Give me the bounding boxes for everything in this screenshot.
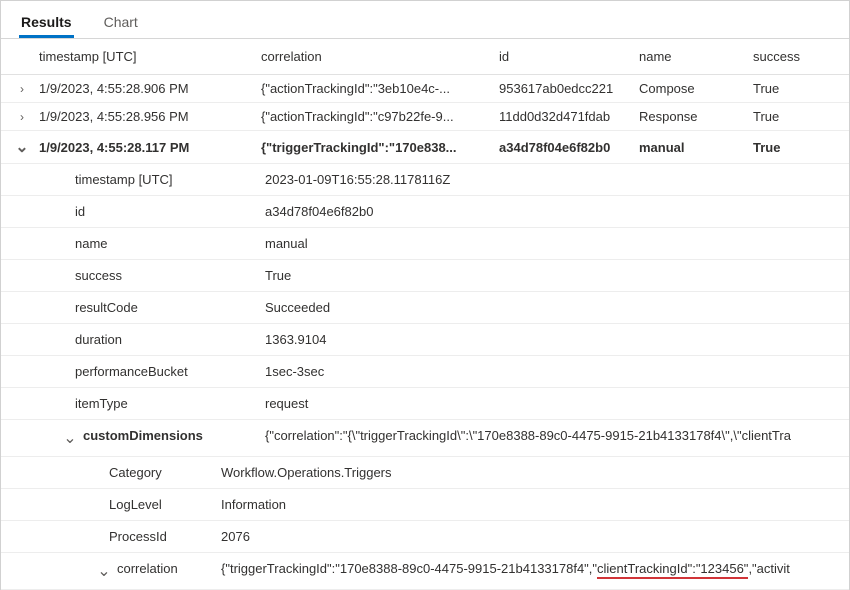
cell-timestamp: 1/9/2023, 4:55:28.956 PM [35,109,261,124]
detail-row: performanceBucket 1sec-3sec [1,356,849,388]
cell-correlation: {"triggerTrackingId":"170e838... [261,140,499,155]
chevron-right-icon[interactable]: › [9,82,35,96]
cell-id: 953617ab0edcc221 [499,81,639,96]
correlation-highlight: clientTrackingId":"123456" [597,561,748,579]
cell-success: True [753,140,849,155]
detail-key: itemType [75,396,265,411]
correlation-prefix: {"triggerTrackingId":"170e8388-89c0-4475… [221,561,597,576]
chevron-right-icon[interactable]: › [9,110,35,124]
col-timestamp[interactable]: timestamp [UTC] [35,49,261,64]
detail-row-correlation[interactable]: ⌄ correlation {"triggerTrackingId":"170e… [1,553,849,590]
col-correlation[interactable]: correlation [261,49,499,64]
detail-key: LogLevel [109,497,221,512]
detail-value: 2023-01-09T16:55:28.1178116Z [265,172,849,187]
cell-correlation: {"actionTrackingId":"3eb10e4c-... [261,81,499,96]
detail-row: success True [1,260,849,292]
cell-id: a34d78f04e6f82b0 [499,140,639,155]
detail-value: Succeeded [265,300,849,315]
detail-value: Information [221,497,849,512]
column-headers: timestamp [UTC] correlation id name succ… [1,39,849,75]
detail-value: 1363.9104 [265,332,849,347]
tab-bar: Results Chart [1,1,849,39]
detail-value: request [265,396,849,411]
detail-key: success [75,268,265,283]
detail-key: performanceBucket [75,364,265,379]
cell-success: True [753,81,849,96]
col-success[interactable]: success [753,49,849,64]
detail-row: resultCode Succeeded [1,292,849,324]
detail-key: correlation [117,561,221,581]
detail-row: id a34d78f04e6f82b0 [1,196,849,228]
cell-name: Response [639,109,753,124]
col-name[interactable]: name [639,49,753,64]
detail-key: customDimensions [83,428,265,448]
detail-row: timestamp [UTC] 2023-01-09T16:55:28.1178… [1,164,849,196]
detail-key: resultCode [75,300,265,315]
detail-row-customdimensions[interactable]: ⌄ customDimensions {"correlation":"{\"tr… [1,420,849,457]
cell-id: 11dd0d32d471fdab [499,109,639,124]
cell-timestamp: 1/9/2023, 4:55:28.906 PM [35,81,261,96]
detail-value: True [265,268,849,283]
table-row[interactable]: › 1/9/2023, 4:55:28.906 PM {"actionTrack… [1,75,849,103]
cell-timestamp: 1/9/2023, 4:55:28.117 PM [35,140,261,155]
detail-key: ProcessId [109,529,221,544]
correlation-suffix: ,"activit [748,561,789,576]
detail-key: id [75,204,265,219]
chevron-down-icon[interactable]: ⌄ [91,561,117,581]
detail-row: name manual [1,228,849,260]
detail-key: name [75,236,265,251]
chevron-down-icon[interactable]: ⌄ [9,137,35,157]
col-id[interactable]: id [499,49,639,64]
detail-key: timestamp [UTC] [75,172,265,187]
tab-chart[interactable]: Chart [102,14,140,38]
detail-value: a34d78f04e6f82b0 [265,204,849,219]
detail-row: ProcessId 2076 [1,521,849,553]
detail-value: {"triggerTrackingId":"170e8388-89c0-4475… [221,561,849,581]
detail-key: Category [109,465,221,480]
detail-row: itemType request [1,388,849,420]
detail-value: Workflow.Operations.Triggers [221,465,849,480]
cell-name: manual [639,140,753,155]
cell-success: True [753,109,849,124]
chevron-down-icon[interactable]: ⌄ [57,428,83,448]
detail-value: 1sec-3sec [265,364,849,379]
detail-value: manual [265,236,849,251]
tab-results[interactable]: Results [19,14,74,38]
cell-name: Compose [639,81,753,96]
detail-key: duration [75,332,265,347]
detail-row: duration 1363.9104 [1,324,849,356]
detail-row: Category Workflow.Operations.Triggers [1,457,849,489]
table-row[interactable]: › 1/9/2023, 4:55:28.956 PM {"actionTrack… [1,103,849,131]
detail-value: 2076 [221,529,849,544]
detail-row: LogLevel Information [1,489,849,521]
cell-correlation: {"actionTrackingId":"c97b22fe-9... [261,109,499,124]
table-row-expanded[interactable]: ⌄ 1/9/2023, 4:55:28.117 PM {"triggerTrac… [1,131,849,164]
detail-value: {"correlation":"{\"triggerTrackingId\":\… [265,428,849,448]
